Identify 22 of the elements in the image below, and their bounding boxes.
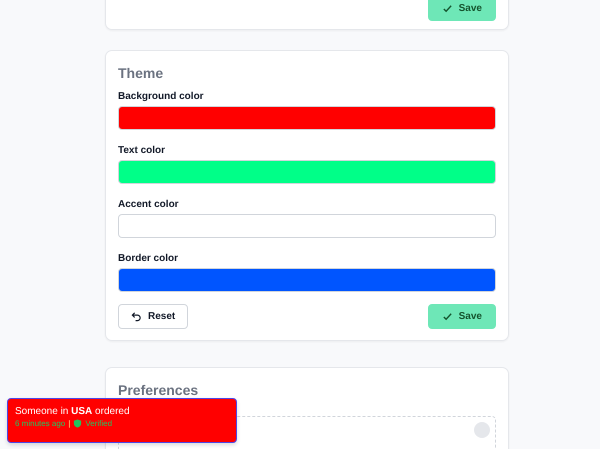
color-field[interactable] [118,106,496,130]
save-button[interactable]: Save [428,304,496,329]
toast-time: 6 minutes ago [15,419,66,428]
save-button[interactable]: Save [428,0,496,21]
section-title: Preferences [118,382,200,398]
shield-icon [73,419,82,428]
reset-button[interactable]: Reset [118,304,188,329]
field-label: Text color [118,145,166,156]
section-title: Theme [118,65,164,81]
check-icon [442,3,453,14]
color-field[interactable] [118,160,496,184]
field-label: Background color [118,91,205,102]
undo-icon [131,311,142,322]
field-label: Accent color [118,199,180,210]
separator: | [68,419,70,428]
color-field[interactable] [118,214,496,238]
color-field[interactable] [118,268,496,292]
field-label: Border color [118,253,180,264]
toast-message: Someone in USA ordered [15,406,131,417]
check-icon [442,311,453,322]
verified-label: Verified [85,419,112,428]
circle-icon [474,422,490,438]
